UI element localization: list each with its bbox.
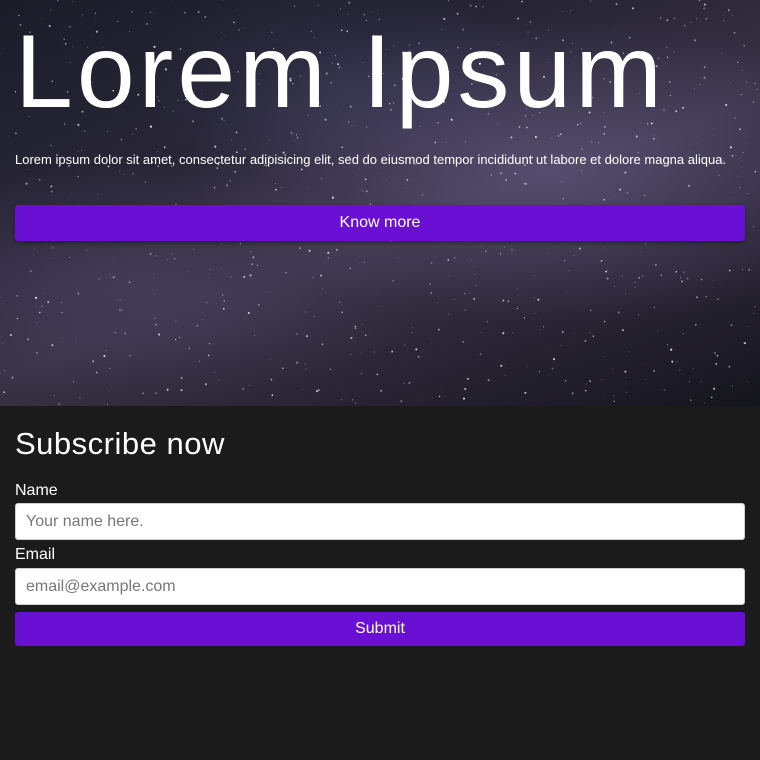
name-input[interactable]	[15, 503, 745, 540]
hero-description: Lorem ipsum dolor sit amet, consectetur …	[15, 152, 727, 167]
hero-section: Lorem Ipsum Lorem ipsum dolor sit amet, …	[0, 0, 760, 406]
hero-title: Lorem Ipsum	[15, 14, 666, 130]
know-more-button[interactable]: Know more	[15, 205, 745, 241]
name-label: Name	[15, 482, 58, 499]
hero-content: Lorem Ipsum Lorem ipsum dolor sit amet, …	[0, 0, 760, 406]
email-label: Email	[15, 546, 56, 563]
subscribe-title: Subscribe now	[15, 426, 225, 461]
email-input[interactable]	[15, 568, 745, 605]
submit-button[interactable]: Submit	[15, 612, 745, 646]
